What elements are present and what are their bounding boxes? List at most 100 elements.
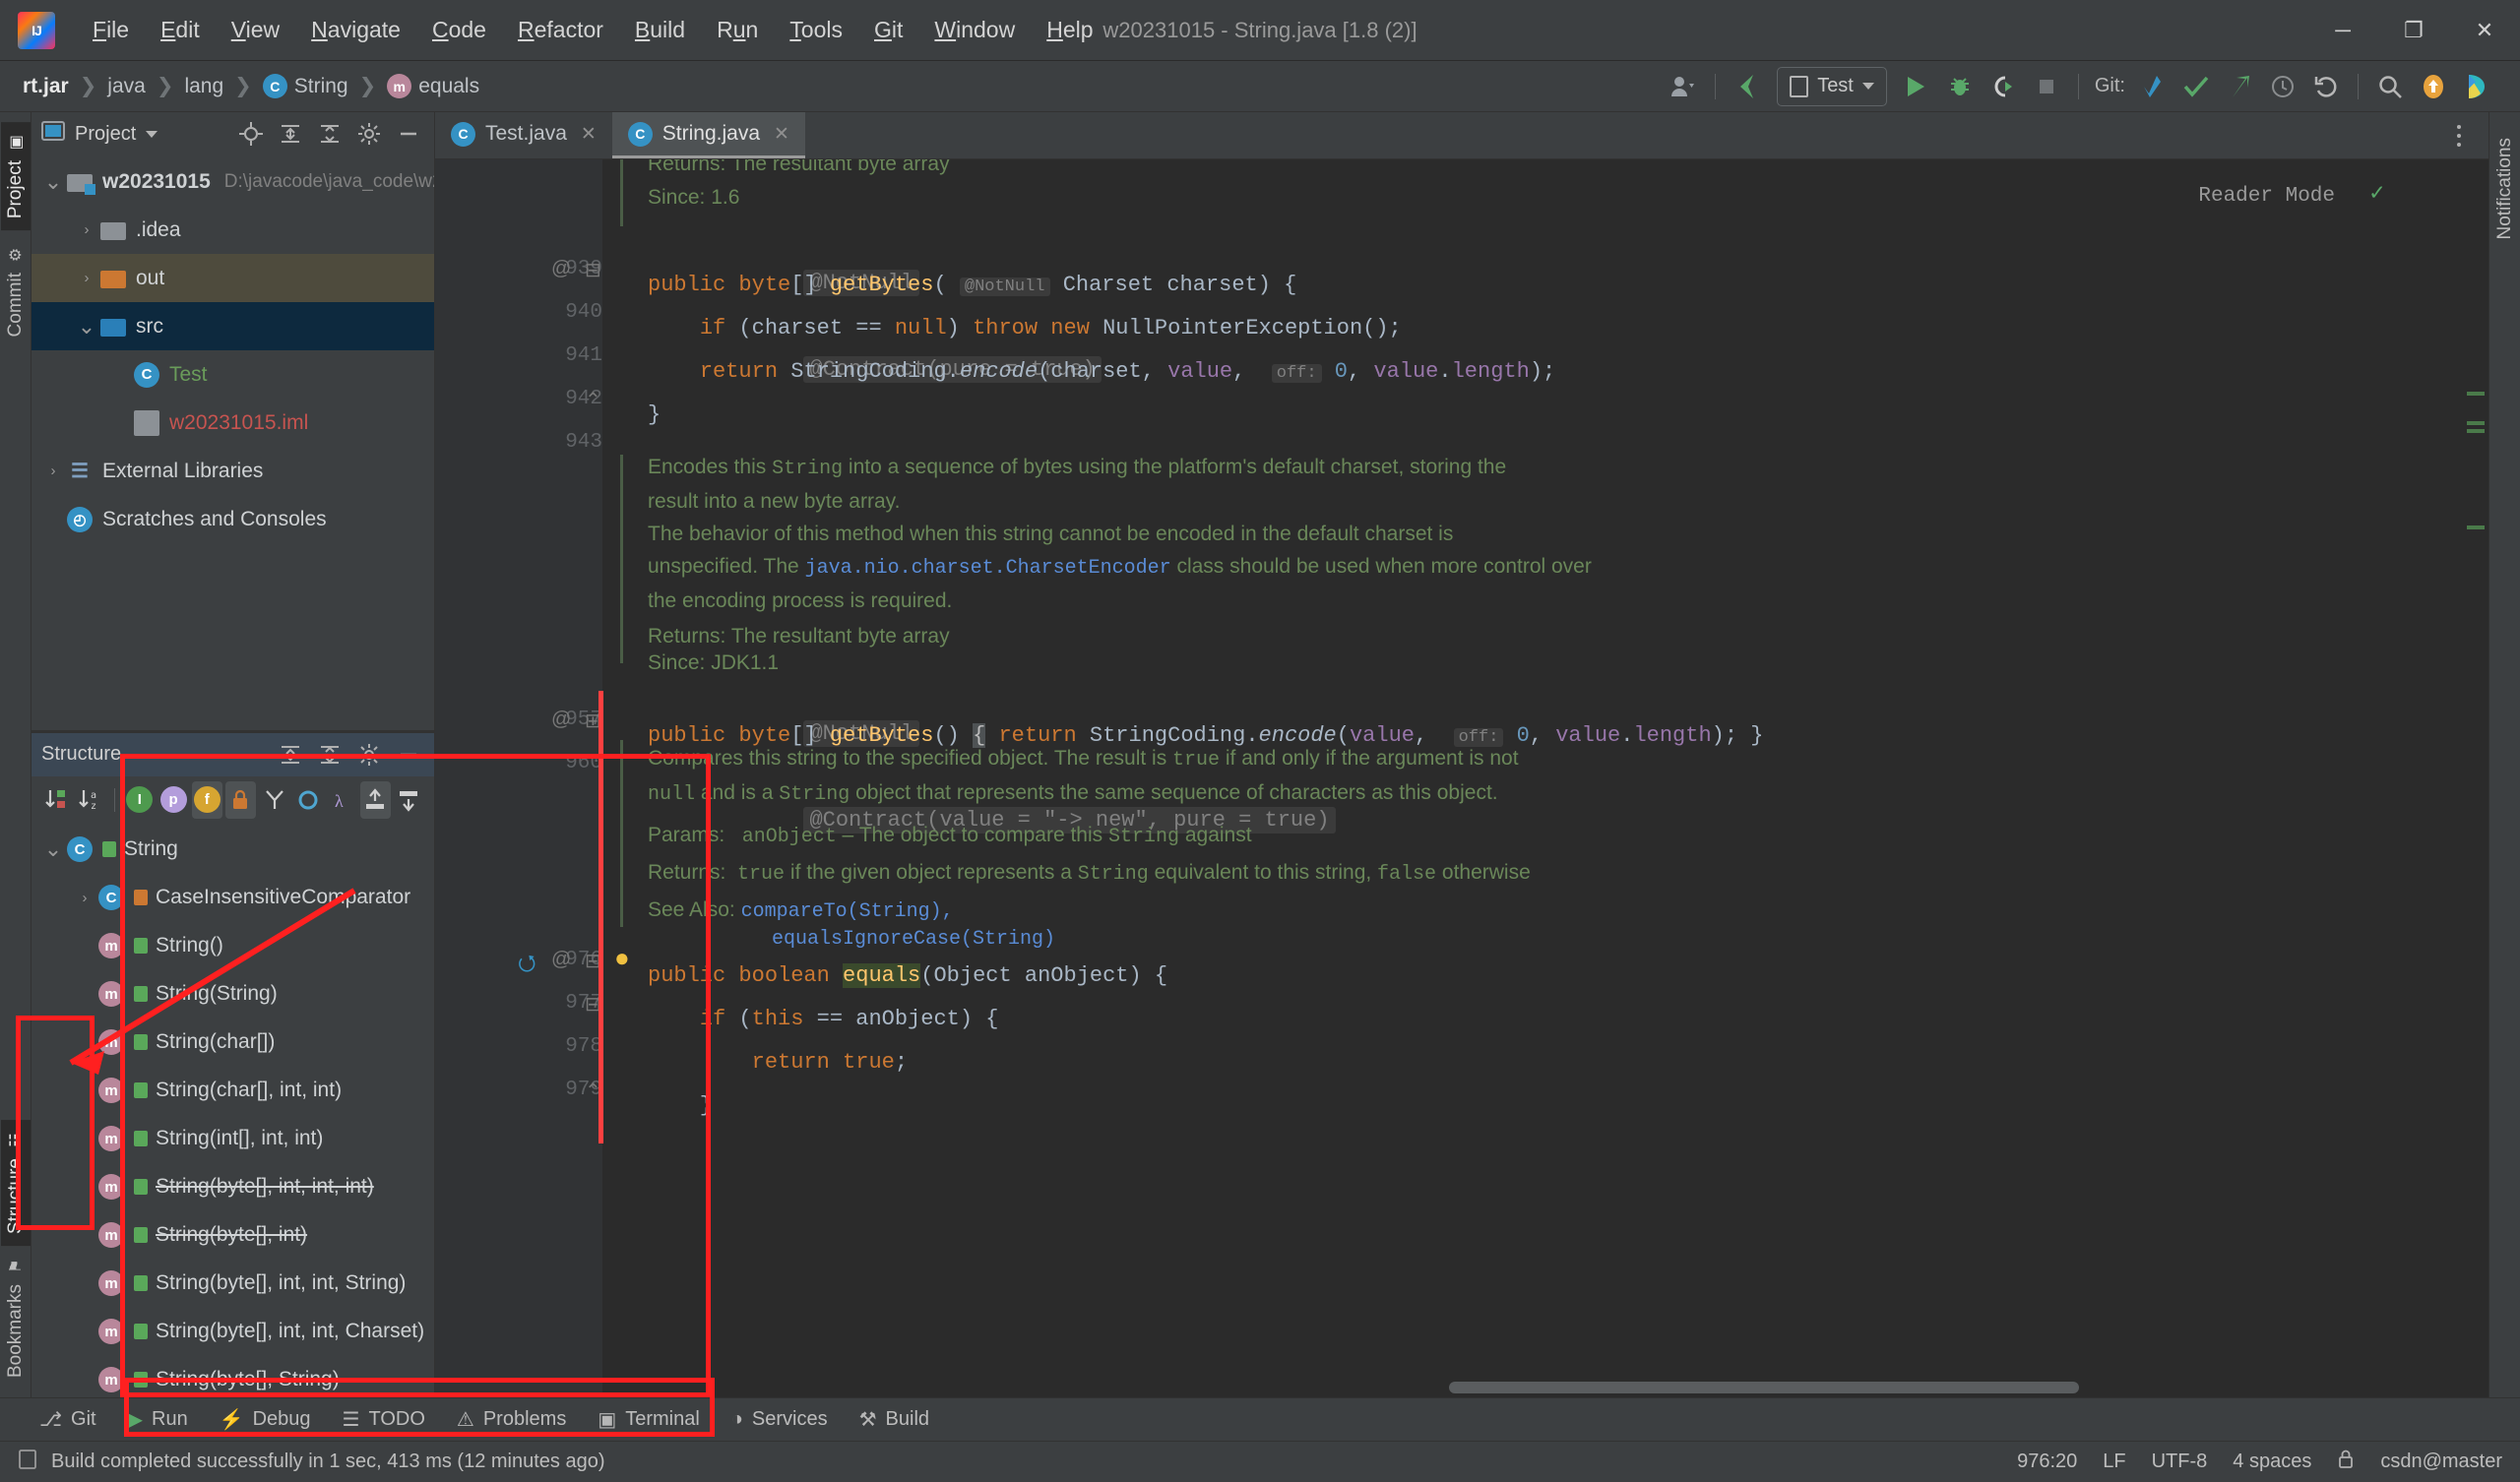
structure-row[interactable]: ⌄ C String bbox=[32, 826, 434, 874]
search-everywhere-icon[interactable] bbox=[2368, 66, 2412, 107]
sidebar-item-bookmarks[interactable]: Bookmarks ⚑ bbox=[1, 1246, 31, 1389]
breadcrumb-item-equals[interactable]: m equals bbox=[382, 72, 484, 100]
chevron-down-icon[interactable] bbox=[146, 130, 158, 138]
git-push-icon[interactable] bbox=[2218, 66, 2261, 107]
breadcrumb-item-string[interactable]: C String bbox=[258, 72, 353, 100]
code-viewport[interactable]: 939 940 941 942 943 957 960 976 977 978 979 @ ⊟ ⌃ @ ⊞ @ ⊟… bbox=[435, 159, 2488, 1397]
maximize-button[interactable]: ❐ bbox=[2378, 0, 2449, 61]
hide-icon[interactable] bbox=[393, 739, 424, 771]
chevron-down-icon[interactable]: ⌄ bbox=[39, 836, 67, 862]
menu-item-run[interactable]: Run bbox=[701, 11, 774, 49]
expand-all-icon[interactable] bbox=[275, 118, 306, 150]
expand-all-icon[interactable] bbox=[275, 739, 306, 771]
code-fold-icon[interactable]: ⊟ bbox=[585, 258, 601, 282]
breadcrumb-item-lang[interactable]: lang bbox=[179, 73, 228, 100]
run-with-coverage-icon[interactable] bbox=[1982, 66, 2025, 107]
breadcrumb-item-rtjar[interactable]: rt.jar bbox=[18, 73, 74, 100]
sidebar-item-project[interactable]: Project ▣ bbox=[0, 122, 31, 231]
bottom-tab-run[interactable]: ▶ Run bbox=[112, 1403, 204, 1436]
structure-row[interactable]: m String() bbox=[32, 922, 434, 970]
show-inherited-icon[interactable]: I bbox=[124, 781, 155, 819]
menu-item-view[interactable]: View bbox=[216, 11, 295, 49]
history-icon[interactable] bbox=[2261, 66, 2304, 107]
tree-row[interactable]: ◴ Scratches and Consoles bbox=[32, 495, 434, 543]
structure-row[interactable]: › C CaseInsensitiveComparator bbox=[32, 874, 434, 922]
override-method-icon[interactable]: ⭯ bbox=[518, 947, 536, 984]
structure-row[interactable]: m String(int[], int, int) bbox=[32, 1115, 434, 1163]
back-arrow-icon[interactable] bbox=[1726, 66, 1769, 107]
code-line[interactable]: return true; bbox=[648, 1041, 908, 1084]
hide-icon[interactable] bbox=[393, 118, 424, 150]
project-panel-title-group[interactable]: Project bbox=[41, 121, 158, 147]
caret-position[interactable]: 976:20 bbox=[2017, 1451, 2077, 1473]
chevron-down-icon[interactable]: ⌄ bbox=[39, 169, 67, 195]
menu-item-file[interactable]: File bbox=[77, 11, 145, 49]
user-settings-icon[interactable] bbox=[1662, 66, 1705, 107]
sort-by-visibility-icon[interactable] bbox=[41, 781, 72, 819]
menu-item-git[interactable]: Git bbox=[858, 11, 918, 49]
lock-icon[interactable] bbox=[2337, 1449, 2355, 1476]
menu-item-refactor[interactable]: Refactor bbox=[502, 11, 619, 49]
locate-icon[interactable] bbox=[235, 118, 267, 150]
bottom-tab-build[interactable]: ⚒ Build bbox=[844, 1403, 945, 1436]
menu-item-tools[interactable]: Tools bbox=[774, 11, 858, 49]
menu-item-help[interactable]: Help bbox=[1031, 11, 1108, 49]
tree-row[interactable]: w20231015.iml bbox=[32, 399, 434, 447]
sidebar-item-commit[interactable]: Commit ⚙ bbox=[1, 234, 31, 348]
sidebar-item-structure[interactable]: Structure ☷ bbox=[0, 1119, 31, 1246]
sidebar-item-notifications[interactable]: Notifications bbox=[2490, 126, 2520, 252]
git-commit-icon[interactable] bbox=[2174, 66, 2218, 107]
show-non-public-icon[interactable] bbox=[224, 780, 257, 819]
minimize-button[interactable]: ─ bbox=[2307, 0, 2378, 61]
more-options-icon[interactable] bbox=[2443, 120, 2475, 152]
bottom-tab-debug[interactable]: ⚡ Debug bbox=[204, 1403, 327, 1436]
stop-icon[interactable] bbox=[2025, 66, 2068, 107]
bottom-tab-services[interactable]: ◑ Services bbox=[716, 1404, 844, 1435]
tree-row[interactable]: C Test bbox=[32, 350, 434, 399]
line-separator[interactable]: LF bbox=[2103, 1451, 2125, 1473]
chevron-right-icon[interactable]: › bbox=[39, 463, 67, 479]
error-marker-bar[interactable] bbox=[2463, 159, 2488, 1397]
feedback-icon[interactable] bbox=[2455, 66, 2498, 107]
close-button[interactable]: ✕ bbox=[2449, 0, 2520, 61]
annotation-gutter-icon[interactable]: @ bbox=[551, 709, 571, 731]
settings-icon[interactable] bbox=[353, 118, 385, 150]
undo-icon[interactable] bbox=[2304, 66, 2348, 107]
annotation-gutter-icon[interactable]: @ bbox=[551, 949, 571, 971]
editor-gutter[interactable]: 939 940 941 942 943 957 960 976 977 978 979 @ ⊟ ⌃ @ ⊞ @ ⊟… bbox=[435, 159, 630, 1397]
structure-row[interactable]: m String(byte[], int, int, String) bbox=[32, 1260, 434, 1308]
chevron-right-icon[interactable]: › bbox=[73, 270, 100, 286]
bottom-tab-git[interactable]: ⎇ Git bbox=[24, 1403, 112, 1436]
run-configuration-selector[interactable]: Test bbox=[1777, 66, 1887, 106]
debug-icon[interactable] bbox=[1938, 66, 1982, 107]
bottom-tab-terminal[interactable]: ▣ Terminal bbox=[582, 1403, 715, 1436]
structure-row[interactable]: m String(char[], int, int) bbox=[32, 1067, 434, 1115]
structure-row[interactable]: m String(String) bbox=[32, 970, 434, 1019]
horizontal-scrollbar[interactable] bbox=[1449, 1382, 2079, 1393]
indent-setting[interactable]: 4 spaces bbox=[2233, 1451, 2311, 1473]
chevron-right-icon[interactable]: › bbox=[73, 221, 100, 238]
editor-tab-testjava[interactable]: C Test.java ✕ bbox=[435, 112, 612, 158]
ide-update-icon[interactable] bbox=[2412, 66, 2455, 107]
editor-tab-stringjava[interactable]: C String.java ✕ bbox=[611, 112, 805, 158]
code-line[interactable]: public byte[] getBytes( @NotNull Charset… bbox=[648, 264, 1296, 309]
git-update-icon[interactable] bbox=[2131, 66, 2174, 107]
git-branch[interactable]: csdn@master bbox=[2380, 1451, 2502, 1473]
structure-row[interactable]: m String(byte[], int, int, int) bbox=[32, 1163, 434, 1211]
settings-icon[interactable] bbox=[353, 739, 385, 771]
javadoc-link[interactable]: java.nio.charset.CharsetEncoder bbox=[805, 557, 1171, 580]
tree-row[interactable]: › .idea bbox=[32, 206, 434, 254]
menu-item-build[interactable]: Build bbox=[619, 11, 701, 49]
bottom-tab-problems[interactable]: ⚠ Problems bbox=[441, 1403, 582, 1436]
show-anonymous-icon[interactable] bbox=[292, 781, 323, 819]
javadoc-link[interactable]: compareTo(String), bbox=[741, 900, 954, 923]
code-line[interactable]: if (charset == null) throw new NullPoint… bbox=[648, 307, 1402, 350]
tree-row[interactable]: ⌄ src bbox=[32, 302, 434, 350]
tree-row[interactable]: › out bbox=[32, 254, 434, 302]
tree-row[interactable]: ⌄ w20231015 D:\javacode\java_code\w2023101… bbox=[32, 157, 434, 206]
menu-item-window[interactable]: Window bbox=[918, 11, 1031, 49]
code-content[interactable]: Reader Mode ✓ Returns: The resultant byt… bbox=[602, 159, 2463, 1397]
structure-row[interactable]: m String(char[]) bbox=[32, 1019, 434, 1067]
structure-tree[interactable]: ⌄ C String › C CaseInsensitiveComparator m Stri… bbox=[32, 823, 434, 1397]
tree-row[interactable]: › ☰ External Libraries bbox=[32, 447, 434, 495]
